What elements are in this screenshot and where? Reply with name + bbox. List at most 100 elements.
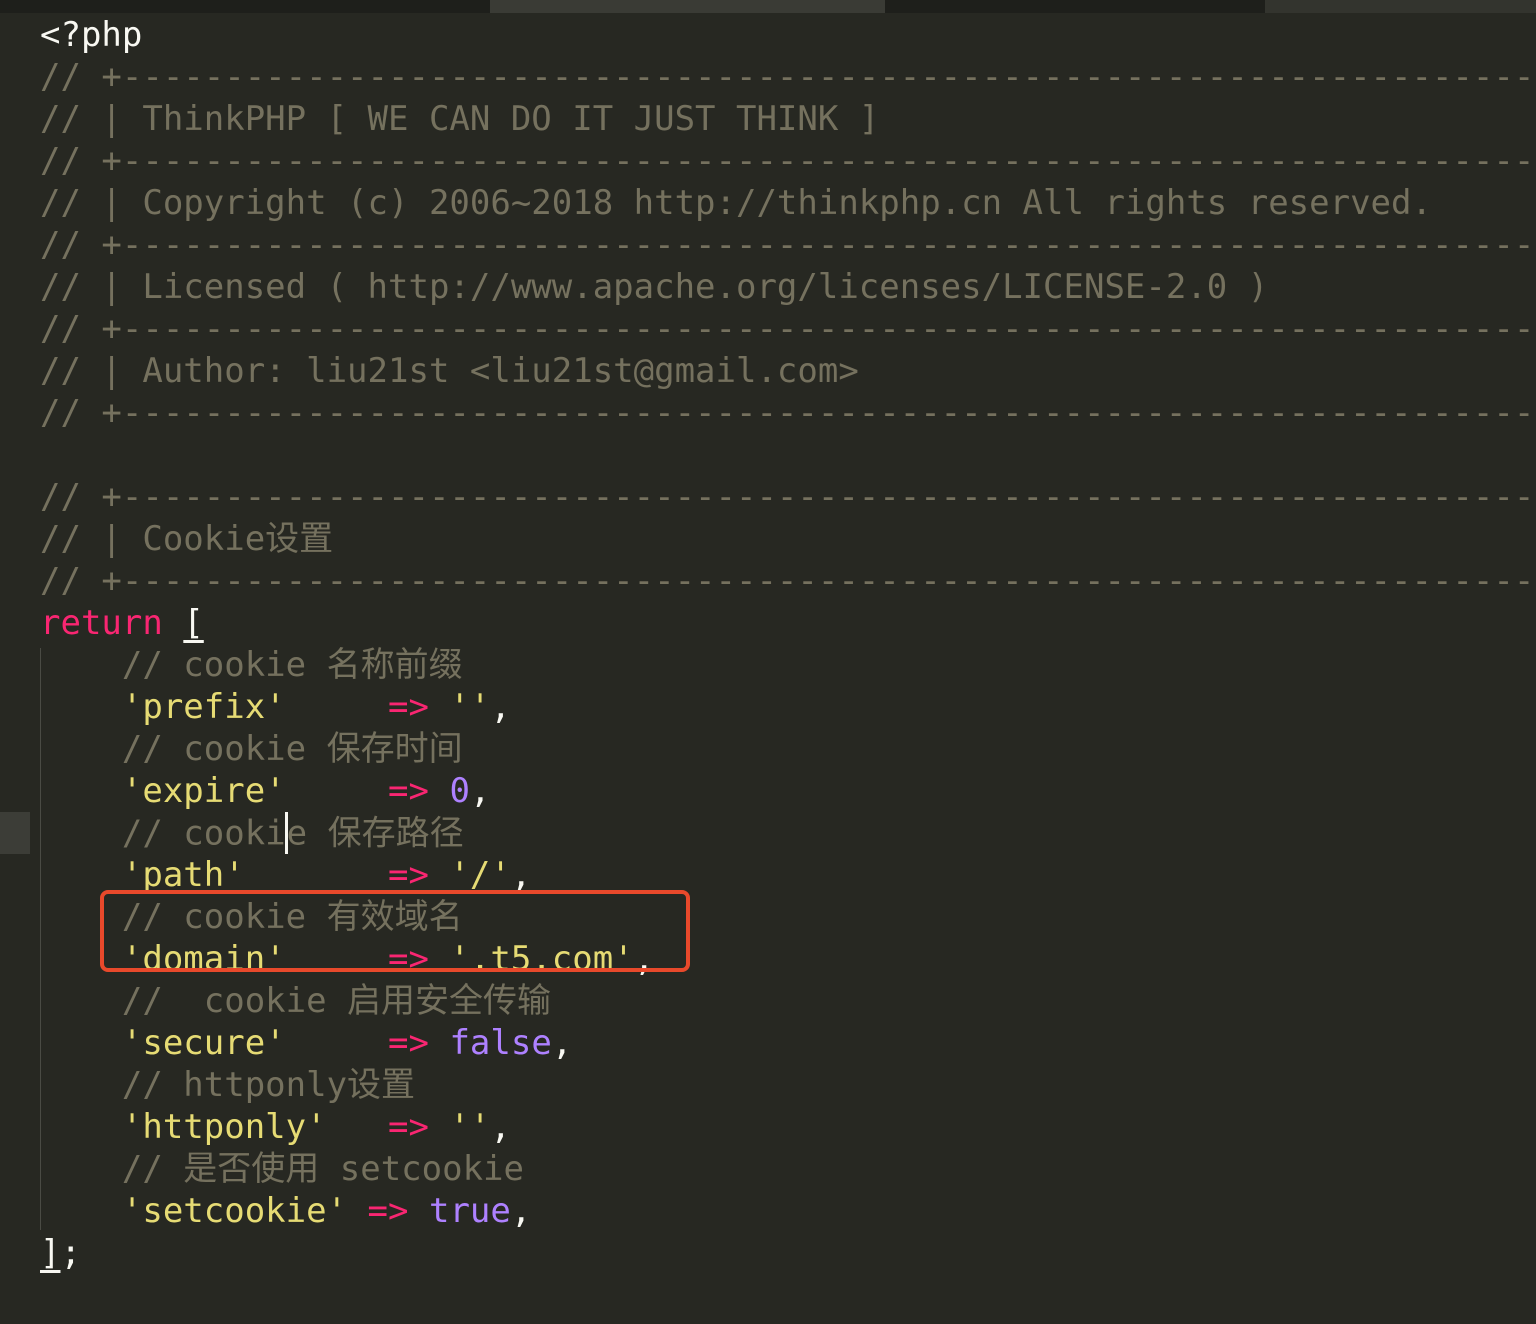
- editor-tab[interactable]: [1265, 0, 1536, 13]
- entry-comment: e 保存路径: [286, 813, 464, 854]
- code-line: // | Author: liu21st <liu21st@gmail.com>: [40, 350, 1536, 392]
- code-line: // | ThinkPHP [ WE CAN DO IT JUST THINK …: [40, 98, 1536, 140]
- entry-key: 'secure': [121, 1023, 286, 1063]
- entry-padding: [347, 1191, 367, 1231]
- comment-divider: +---------------------------------------…: [101, 309, 1536, 349]
- code-line-current: // cookie 保存路径: [40, 812, 1536, 854]
- arrow-operator: =>: [367, 1191, 409, 1231]
- code-line: // 是否使用 setcookie: [40, 1148, 1536, 1190]
- entry-value: 0: [449, 771, 470, 811]
- code-line: // | Cookie设置: [40, 518, 1536, 560]
- comma: ,: [633, 939, 655, 979]
- header-comment: | ThinkPHP [ WE CAN DO IT JUST THINK ]: [101, 99, 880, 139]
- entry-padding: [286, 687, 388, 727]
- entry-value: false: [449, 1023, 552, 1063]
- code-line: // +------------------------------------…: [40, 560, 1536, 602]
- comment-divider: +---------------------------------------…: [101, 477, 1536, 517]
- arrow-operator: =>: [388, 687, 429, 727]
- code-line: 'httponly' => '',: [40, 1106, 1536, 1148]
- entry-comment: // cooki: [121, 813, 286, 854]
- comment-prefix: //: [40, 393, 102, 433]
- comment-prefix: //: [40, 309, 102, 349]
- comment-prefix: //: [40, 267, 102, 307]
- code-line: // +------------------------------------…: [40, 392, 1536, 434]
- comment-prefix: //: [40, 225, 102, 265]
- comment-prefix: //: [40, 477, 102, 517]
- comment-divider: +---------------------------------------…: [101, 561, 1536, 601]
- arrow-operator: =>: [388, 1107, 429, 1147]
- code-line: // cookie 名称前缀: [40, 644, 1536, 686]
- comment-prefix: //: [40, 519, 102, 559]
- semicolon: ;: [60, 1233, 81, 1273]
- code-line: // cookie 有效域名: [40, 896, 1536, 938]
- entry-comment: // 是否使用 setcookie: [121, 1149, 524, 1189]
- code-line: // +------------------------------------…: [40, 224, 1536, 266]
- section-comment: | Cookie设置: [101, 519, 334, 559]
- entry-value: '/': [449, 855, 511, 895]
- php-open-tag: <?php: [40, 15, 143, 55]
- entry-value: '.t5.com': [449, 939, 634, 979]
- current-line-gutter-marker: [0, 812, 30, 854]
- entry-padding: [286, 771, 388, 811]
- code-editor[interactable]: <?php // +------------------------------…: [0, 0, 1536, 1324]
- code-line: <?php: [40, 14, 1536, 56]
- comma: ,: [490, 687, 511, 727]
- entry-value: '': [449, 1107, 491, 1147]
- return-keyword: return: [40, 603, 163, 643]
- code-line: return [: [40, 602, 1536, 644]
- tab-bar: [0, 0, 1536, 13]
- entry-comment: // cookie 启用安全传输: [121, 981, 552, 1021]
- entry-key: 'domain': [121, 939, 286, 979]
- entry-padding: [286, 939, 388, 979]
- entry-key: 'setcookie': [121, 1191, 348, 1231]
- arrow-operator: =>: [388, 939, 429, 979]
- arrow-operator: =>: [388, 1023, 429, 1063]
- header-comment: | Author: liu21st <liu21st@gmail.com>: [101, 351, 859, 391]
- arrow-operator: =>: [388, 771, 429, 811]
- comment-divider: +---------------------------------------…: [101, 141, 1536, 181]
- code-line: // +------------------------------------…: [40, 56, 1536, 98]
- code-line: // | Licensed ( http://www.apache.org/li…: [40, 266, 1536, 308]
- code-line: // +------------------------------------…: [40, 476, 1536, 518]
- comma: ,: [551, 1023, 573, 1063]
- arrow-operator: =>: [388, 855, 429, 895]
- entry-comment: // httponly设置: [121, 1065, 416, 1105]
- comment-prefix: //: [40, 141, 102, 181]
- code-line: // cookie 启用安全传输: [40, 980, 1536, 1022]
- code-line: 'secure' => false,: [40, 1022, 1536, 1064]
- code-line: 'domain' => '.t5.com',: [40, 938, 1536, 980]
- comment-prefix: //: [40, 351, 102, 391]
- open-bracket: [: [183, 603, 204, 643]
- entry-value: '': [449, 687, 491, 727]
- editor-tab[interactable]: [490, 0, 885, 13]
- comment-divider: +---------------------------------------…: [101, 57, 1536, 97]
- code-line: // +------------------------------------…: [40, 140, 1536, 182]
- code-line: 'expire' => 0,: [40, 770, 1536, 812]
- entry-padding: [327, 1107, 388, 1147]
- code-area[interactable]: <?php // +------------------------------…: [40, 14, 1536, 1274]
- comment-prefix: //: [40, 99, 102, 139]
- comment-divider: +---------------------------------------…: [101, 393, 1536, 433]
- code-line: // | Copyright (c) 2006~2018 http://thin…: [40, 182, 1536, 224]
- code-line: 'setcookie' => true,: [40, 1190, 1536, 1232]
- entry-comment: // cookie 保存时间: [121, 729, 463, 769]
- comma: ,: [510, 855, 532, 895]
- header-comment: | Copyright (c) 2006~2018 http://thinkph…: [101, 183, 1432, 223]
- entry-padding: [245, 855, 388, 895]
- comma: ,: [510, 1191, 532, 1231]
- entry-comment: // cookie 有效域名: [121, 897, 463, 937]
- code-line: 'path' => '/',: [40, 854, 1536, 896]
- entry-padding: [286, 1023, 388, 1063]
- entry-comment: // cookie 名称前缀: [121, 645, 463, 685]
- entry-key: 'expire': [121, 771, 286, 811]
- comma: ,: [490, 1107, 511, 1147]
- entry-key: 'prefix': [121, 687, 286, 727]
- entry-key: 'path': [121, 855, 245, 895]
- code-line: 'prefix' => '',: [40, 686, 1536, 728]
- code-line: ];: [40, 1232, 1536, 1274]
- header-comment: | Licensed ( http://www.apache.org/licen…: [101, 267, 1269, 307]
- code-line: // httponly设置: [40, 1064, 1536, 1106]
- entry-key: 'httponly': [121, 1107, 327, 1147]
- close-bracket: ]: [40, 1233, 61, 1273]
